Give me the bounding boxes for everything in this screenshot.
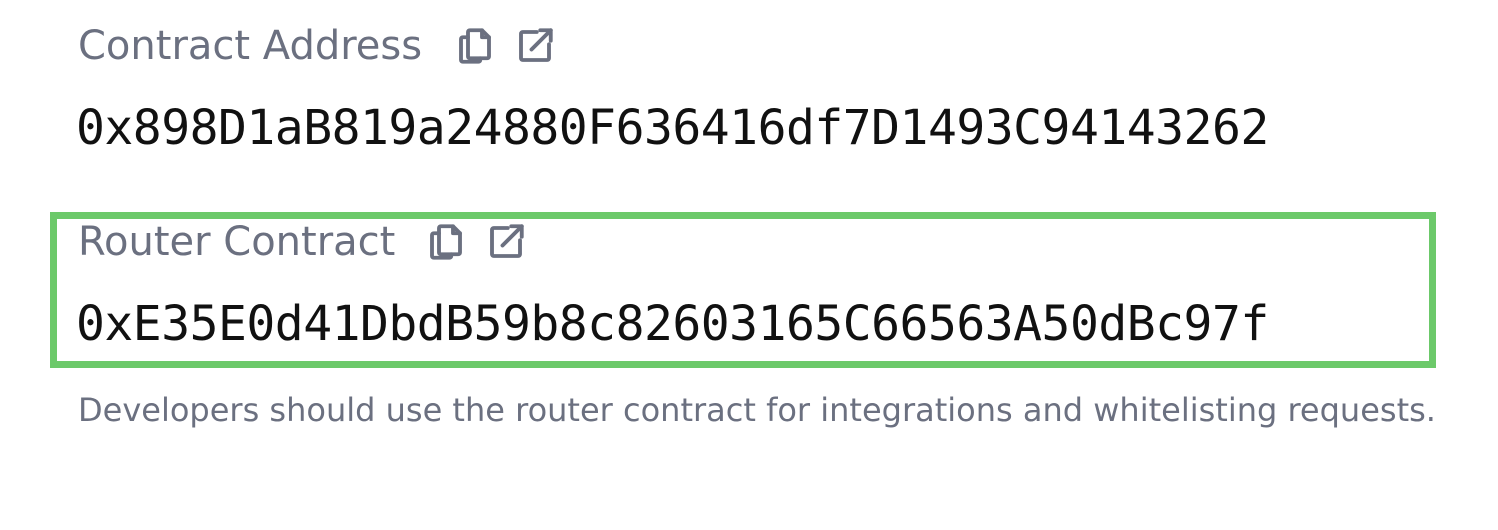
external-link-icon-graphic	[490, 224, 525, 258]
router-contract-header: Router Contract	[78, 218, 529, 266]
contract-address-label: Contract Address	[78, 23, 423, 69]
router-contract-value[interactable]: 0xE35E0d41DbdB59b8c82603165C66563A50dBc9…	[76, 296, 1269, 352]
router-contract-label: Router Contract	[78, 219, 396, 265]
contract-address-value[interactable]: 0x898D1aB819a24880F636416df7D1493C941432…	[76, 100, 1269, 156]
copy-icon[interactable]	[423, 219, 469, 265]
external-link-icon-graphic	[519, 28, 553, 62]
contract-address-header: Contract Address	[78, 22, 558, 70]
external-link-icon[interactable]	[512, 23, 558, 69]
copy-icon[interactable]	[452, 23, 498, 69]
copy-icon-graphic	[430, 224, 463, 260]
router-note: Developers should use the router contrac…	[78, 391, 1436, 429]
copy-icon-graphic	[459, 28, 492, 64]
external-link-icon[interactable]	[483, 219, 529, 265]
